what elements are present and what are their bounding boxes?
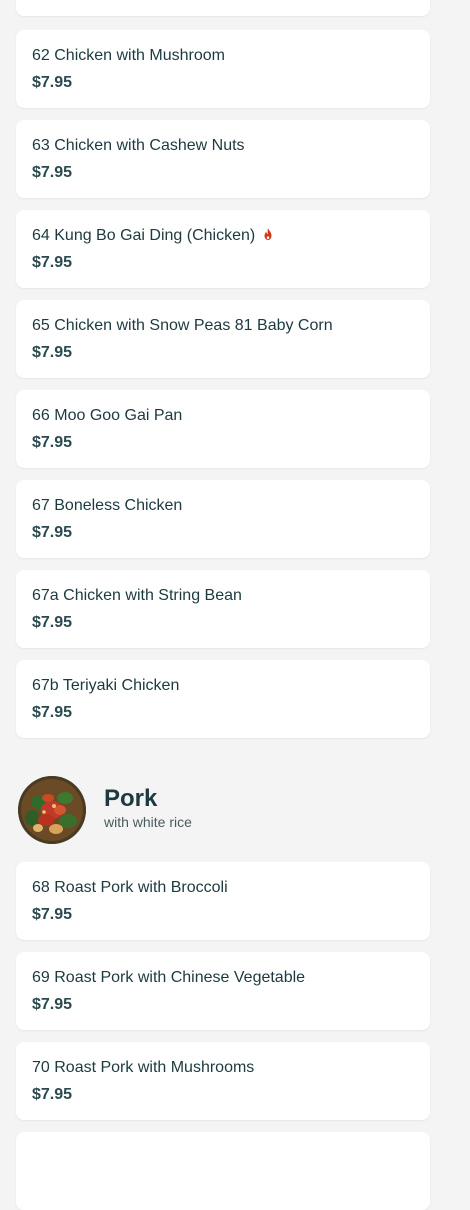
menu-item-name: 70 Roast Pork with Mushrooms bbox=[32, 1059, 255, 1076]
menu-item-card[interactable] bbox=[16, 1132, 430, 1210]
menu-item-price: $7.95 bbox=[32, 1086, 73, 1103]
menu-item-name: 66 Moo Goo Gai Pan bbox=[32, 407, 183, 424]
menu-item-price: $7.95 bbox=[32, 74, 73, 91]
menu-item-name: 63 Chicken with Cashew Nuts bbox=[32, 137, 245, 154]
menu-item-name: 68 Roast Pork with Broccoli bbox=[32, 879, 228, 896]
menu-item-price: $7.95 bbox=[32, 344, 73, 361]
menu-item-name: 62 Chicken with Mushroom bbox=[32, 47, 225, 64]
menu-item-card[interactable] bbox=[16, 0, 430, 16]
menu-item-card[interactable]: 64 Kung Bo Gai Ding (Chicken) $7.95 bbox=[16, 210, 430, 288]
menu-item-card[interactable]: 67a Chicken with String Bean $7.95 bbox=[16, 570, 430, 648]
menu-item-card[interactable]: 63 Chicken with Cashew Nuts $7.95 bbox=[16, 120, 430, 198]
menu-item-card[interactable]: 65 Chicken with Snow Peas 81 Baby Corn $… bbox=[16, 300, 430, 378]
menu-item-price: $7.95 bbox=[32, 524, 73, 541]
menu-item-card[interactable]: 67 Boneless Chicken $7.95 bbox=[16, 480, 430, 558]
spicy-flame-icon bbox=[264, 228, 272, 240]
menu-item-card[interactable]: 67b Teriyaki Chicken $7.95 bbox=[16, 660, 430, 738]
menu-item-name: 64 Kung Bo Gai Ding (Chicken) bbox=[32, 226, 414, 246]
menu-item-price: $7.95 bbox=[32, 164, 73, 181]
menu-item-name: 67 Boneless Chicken bbox=[32, 497, 183, 514]
menu-item-name: 69 Roast Pork with Chinese Vegetable bbox=[32, 969, 306, 986]
menu-item-card[interactable]: 66 Moo Goo Gai Pan $7.95 bbox=[16, 390, 430, 468]
menu-item-name: 65 Chicken with Snow Peas 81 Baby Corn bbox=[32, 317, 333, 334]
menu-item-price: $7.95 bbox=[32, 704, 73, 721]
menu-item-price: $7.95 bbox=[32, 614, 73, 631]
section-subtitle: with white rice bbox=[104, 814, 192, 830]
menu-item-name: 67a Chicken with String Bean bbox=[32, 587, 242, 604]
menu-item-price: $7.95 bbox=[32, 996, 73, 1013]
menu-item-price: $7.95 bbox=[32, 434, 73, 451]
menu-item-card[interactable]: 68 Roast Pork with Broccoli $7.95 bbox=[16, 862, 430, 940]
menu-item-card[interactable]: 70 Roast Pork with Mushrooms $7.95 bbox=[16, 1042, 430, 1120]
menu-item-name: 67b Teriyaki Chicken bbox=[32, 677, 180, 694]
menu-item-price: $7.95 bbox=[32, 254, 73, 271]
pork-dish-photo bbox=[18, 776, 86, 844]
menu-item-price: $7.95 bbox=[32, 906, 73, 923]
dish-image-icon bbox=[18, 776, 86, 844]
menu-section-header: Pork with white rice bbox=[18, 776, 430, 844]
section-title: Pork bbox=[104, 785, 158, 812]
menu-item-card[interactable]: 69 Roast Pork with Chinese Vegetable $7.… bbox=[16, 952, 430, 1030]
menu-item-card[interactable]: 62 Chicken with Mushroom $7.95 bbox=[16, 30, 430, 108]
